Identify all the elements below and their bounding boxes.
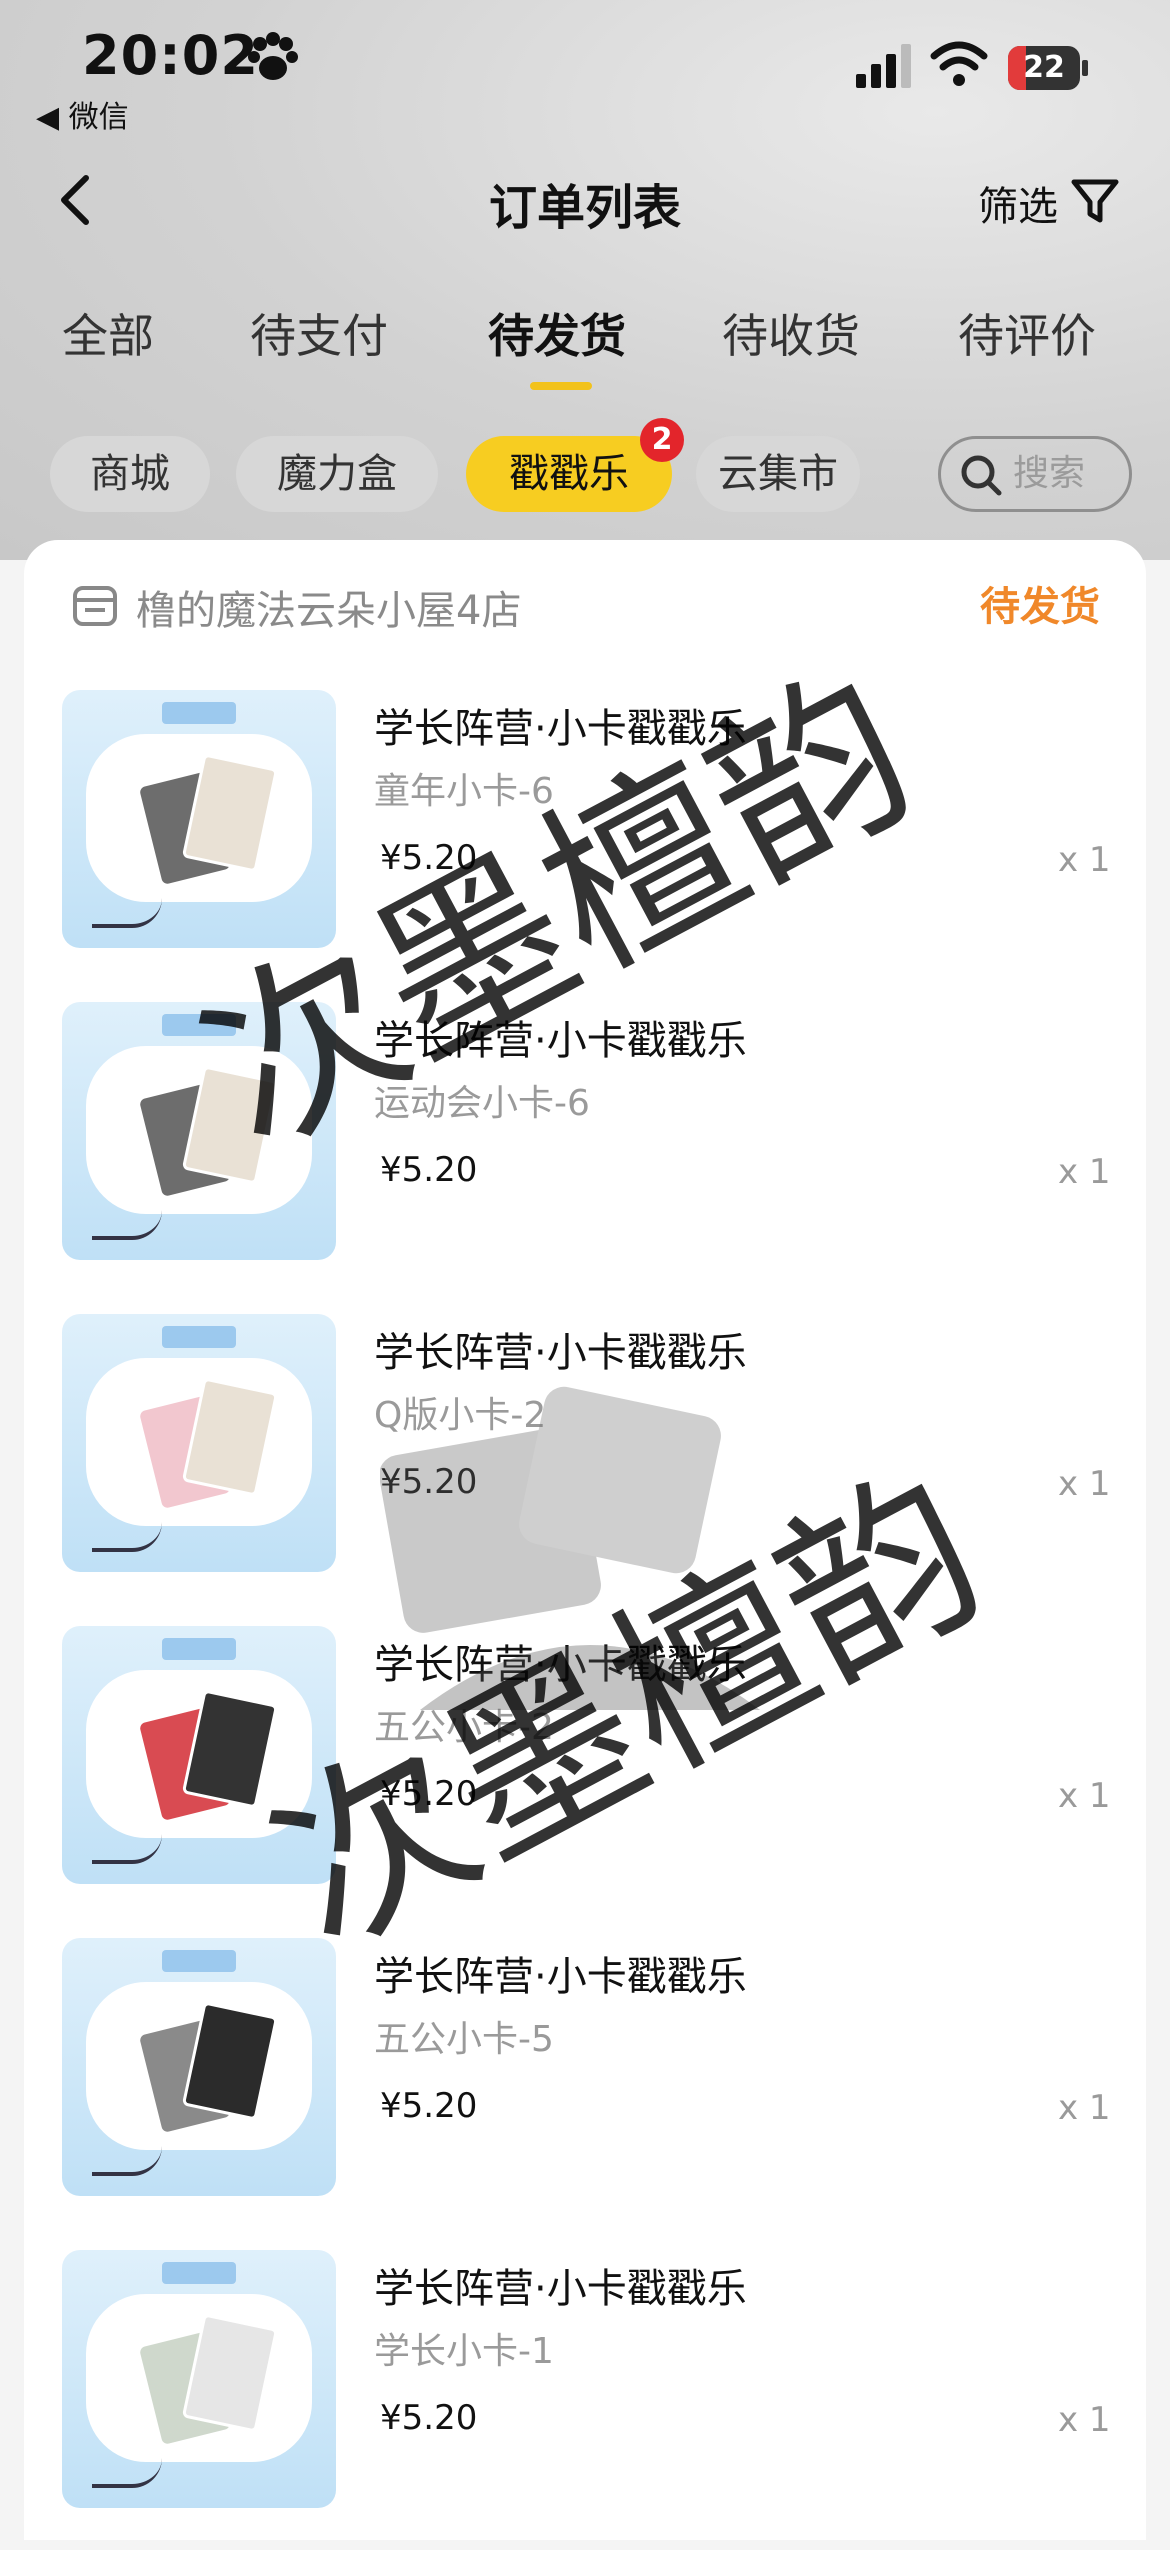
product-thumbnail — [62, 690, 336, 948]
product-thumbnail — [62, 1938, 336, 2196]
order-status-label: 待发货 — [980, 584, 1100, 630]
product-title: 学长阵营·小卡戳戳乐 — [374, 1018, 747, 1064]
tab-pending-payment[interactable]: 待支付 — [250, 300, 388, 366]
wifi-icon — [930, 41, 988, 86]
status-bar: 20:02 ◀ 微信 22 — [0, 0, 1170, 140]
product-title: 学长阵营·小卡戳戳乐 — [374, 2266, 747, 2312]
search-icon — [961, 455, 1002, 496]
tab-pending-receipt[interactable]: 待收货 — [722, 300, 860, 366]
product-spec: 学长小卡-1 — [374, 2331, 554, 2372]
tab-pending-review[interactable]: 待评价 — [958, 300, 1096, 366]
product-price: ¥5.20 — [380, 1774, 478, 1814]
filter-button[interactable]: 筛选 — [978, 174, 1058, 232]
product-thumbnail — [62, 2250, 336, 2508]
order-item[interactable]: 学长阵营·小卡戳戳乐 五公小卡-5 ¥5.20 x 1 — [0, 1938, 1170, 2238]
order-item[interactable]: 学长阵营·小卡戳戳乐 学长小卡-1 ¥5.20 x 1 — [0, 2250, 1170, 2550]
tab-all[interactable]: 全部 — [62, 300, 154, 366]
product-thumbnail — [62, 1314, 336, 1572]
nav-bar: 订单列表 筛选 — [0, 150, 1170, 250]
signal-icon — [856, 44, 911, 88]
chip-mall[interactable]: 商城 — [50, 436, 210, 512]
product-quantity: x 1 — [1058, 2400, 1111, 2440]
product-quantity: x 1 — [1058, 840, 1111, 880]
order-status-tabs: 全部 待支付 待发货 待收货 待评价 — [0, 300, 1170, 390]
product-spec: 运动会小卡-6 — [374, 1083, 590, 1124]
product-quantity: x 1 — [1058, 1776, 1111, 1816]
battery-indicator: 22 — [1008, 46, 1090, 90]
back-to-wechat[interactable]: ◀ 微信 — [36, 92, 129, 136]
shop-icon — [73, 586, 117, 626]
product-thumbnail — [62, 1626, 336, 1884]
product-spec: 童年小卡-6 — [374, 771, 554, 812]
chip-count-badge: 2 — [640, 418, 684, 462]
search-placeholder: 搜索 — [1013, 453, 1086, 494]
product-quantity: x 1 — [1058, 2088, 1111, 2128]
order-item[interactable]: 学长阵营·小卡戳戳乐 运动会小卡-6 ¥5.20 x 1 — [0, 1002, 1170, 1302]
status-time: 20:02 — [82, 24, 259, 87]
product-price: ¥5.20 — [380, 1150, 478, 1190]
chip-cloud-market[interactable]: 云集市 — [696, 436, 860, 512]
chip-magic-box[interactable]: 魔力盒 — [236, 436, 438, 512]
shop-name[interactable]: 橹的魔法云朵小屋4店 — [136, 578, 521, 636]
tab-pending-shipment[interactable]: 待发货 — [488, 300, 626, 366]
search-button[interactable]: 搜索 — [938, 436, 1132, 512]
product-quantity: x 1 — [1058, 1152, 1111, 1192]
active-tab-indicator — [530, 382, 592, 390]
product-thumbnail — [62, 1002, 336, 1260]
product-price: ¥5.20 — [380, 2086, 478, 2126]
paw-icon — [248, 32, 298, 80]
product-quantity: x 1 — [1058, 1464, 1111, 1504]
order-item[interactable]: 学长阵营·小卡戳戳乐 童年小卡-6 ¥5.20 x 1 — [0, 690, 1170, 990]
product-title: 学长阵营·小卡戳戳乐 — [374, 1330, 747, 1376]
product-spec: 五公小卡-5 — [374, 2019, 554, 2060]
image-placeholder-icon — [380, 1386, 760, 1710]
product-price: ¥5.20 — [380, 2398, 478, 2438]
product-title: 学长阵营·小卡戳戳乐 — [374, 706, 747, 752]
filter-icon[interactable] — [1070, 176, 1120, 226]
product-price: ¥5.20 — [380, 838, 478, 878]
product-title: 学长阵营·小卡戳戳乐 — [374, 1954, 747, 2000]
